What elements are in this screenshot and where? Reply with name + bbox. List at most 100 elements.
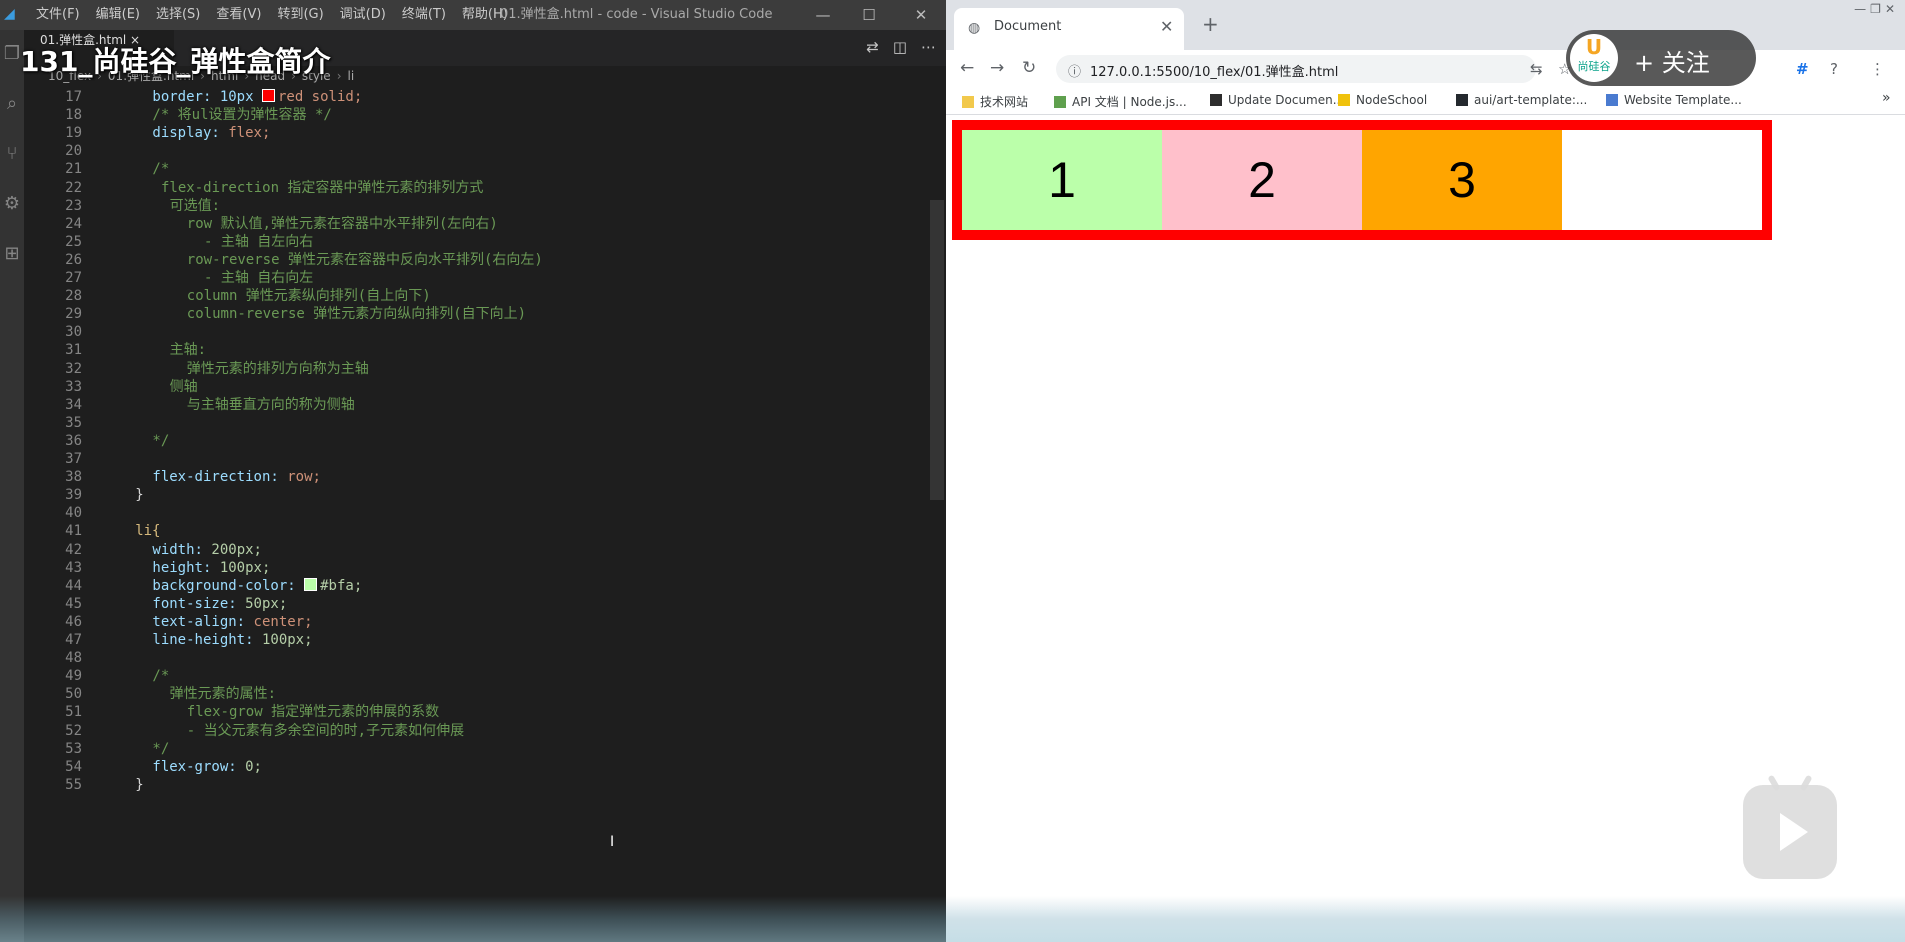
code-token: flex-grow: [152,759,246,775]
address-bar[interactable]: ⓘ 127.0.0.1:5500/10_flex/01.弹性盒.html [1056,55,1536,83]
play-icon[interactable] [1743,774,1837,879]
channel-logo-text: 尚硅谷 [1577,60,1611,73]
maximize-icon[interactable]: ☐ [846,0,892,30]
code-line: flex-grow: 0; [152,756,262,778]
compare-icon[interactable]: ⇄ [866,38,879,56]
translate-icon[interactable]: ⇆ [1530,60,1543,78]
vscode-menubar: 文件(F) 编辑(E) 选择(S) 查看(V) 转到(G) 调试(D) 终端(T) 帮助(H) [28,0,516,30]
code-line: - 当父元素有多余空间的时,子元素如何伸展 [187,720,464,742]
code-token: flex-direction 指定容器中弹性元素的排列方式 [161,180,484,196]
code-line: */ [152,430,169,452]
explorer-icon[interactable]: ❐ [2,44,22,64]
vscode-titlebar: ◢ 文件(F) 编辑(E) 选择(S) 查看(V) 转到(G) 调试(D) 终端(T) 帮助(… [0,0,946,30]
browser-toolbar: ← → ↻ ⓘ 127.0.0.1:5500/10_flex/01.弹性盒.ht… [946,50,1905,88]
bookmark-favicon-icon [1456,94,1468,106]
code-line: 弹性元素的排列方向称为主轴 [187,358,369,380]
bookmark-item[interactable]: Website Template... [1606,93,1742,107]
code-line: /* [152,665,169,687]
debug-icon[interactable]: ⚙ [2,194,22,214]
reload-icon[interactable]: ↻ [1022,58,1036,78]
code-token: line-height: [152,632,262,648]
vscode-window: ◢ 文件(F) 编辑(E) 选择(S) 查看(V) 转到(G) 调试(D) 终端(T) 帮助(… [0,0,946,942]
line-number: 55 [65,777,82,793]
bookmark-item[interactable]: aui/art-template:... [1456,93,1587,107]
bookmark-label: aui/art-template:... [1474,93,1588,107]
bookmark-favicon-icon [1338,94,1350,106]
color-swatch-icon[interactable] [261,89,275,102]
code-token: - 当父元素有多余空间的时,子元素如何伸展 [186,723,465,739]
menu-item[interactable]: 文件(F) [28,0,88,30]
menu-item[interactable]: 终端(T) [394,0,454,30]
video-title: 131_尚硅谷_弹性盒简介 [20,45,331,78]
bookmark-item[interactable]: NodeSchool [1338,93,1427,107]
breadcrumb-separator-icon: › [336,69,342,83]
tab-actions: ⇄ ◫ ⋯ [866,38,936,56]
audio-waveform-overlay [0,896,1905,942]
tab-close-icon[interactable]: ✕ [1160,17,1173,36]
code-value: #bfa; [320,578,363,594]
channel-logo: U 尚硅谷 [1570,34,1618,82]
browser-window: ◍ Document ✕ + — ❐ ✕ ← → ↻ ⓘ 127.0.0.1:5… [946,0,1905,942]
bookmarks-more-icon[interactable]: » [1882,90,1891,106]
code-token: text-align: [152,614,254,630]
site-info-icon[interactable]: ⓘ [1068,61,1081,80]
editor-scrollbar[interactable] [930,200,944,500]
code-token: 弹性元素的排列方向称为主轴 [186,361,369,377]
menu-item[interactable]: 查看(V) [208,0,269,30]
source-control-icon[interactable]: ⑂ [2,144,22,164]
code-token: - 主轴 自右向左 [204,270,314,286]
code-editor[interactable]: 17 border: 10px red solid; 18/* 将ul设置为弹性容器… [24,88,929,942]
menu-item[interactable]: 调试(D) [332,0,394,30]
color-swatch-icon[interactable] [304,578,318,591]
flex-item: 1 [962,130,1162,230]
code-token: } [135,777,144,793]
code-value: row; [287,469,321,485]
minimize-icon[interactable]: — [800,0,846,30]
url-text: 127.0.0.1:5500/10_flex/01.弹性盒.html [1090,65,1339,80]
bookmark-label: API 文档 | Node.js... [1072,95,1187,109]
code-token: 侧轴 [169,379,198,395]
code-token: } [135,487,144,503]
code-value: red solid; [277,89,363,105]
code-value: 0; [245,759,262,775]
menu-item[interactable]: 编辑(E) [88,0,148,30]
code-token: height: [152,560,220,576]
globe-icon: ◍ [968,20,981,36]
browser-tab-title: Document [994,19,1062,34]
browser-tab[interactable]: ◍ Document ✕ [954,8,1184,50]
close-icon[interactable]: ✕ [896,0,946,30]
vscode-logo-icon: ◢ [4,6,15,22]
forward-icon[interactable]: → [990,58,1004,78]
code-value: 200px; [211,542,262,558]
split-editor-icon[interactable]: ◫ [893,38,907,56]
search-icon[interactable]: ⌕ [2,94,22,114]
bookmark-favicon-icon [962,96,974,108]
code-value: flex; [228,125,271,141]
browser-minimize-icon[interactable]: — [1854,2,1866,16]
code-token: 可选值: [169,198,221,214]
bookmark-item[interactable]: Update Documen... [1210,93,1344,107]
code-token: row 默认值,弹性元素在容器中水平排列(左向右) [186,216,498,232]
menu-item[interactable]: 选择(S) [148,0,208,30]
code-line: flex-direction: row; [152,466,321,488]
help-icon[interactable]: ? [1830,60,1838,78]
new-tab-icon[interactable]: + [1202,12,1219,36]
puzzle-icon[interactable]: # [1796,60,1809,78]
browser-close-icon[interactable]: ✕ [1885,2,1895,16]
code-value: center; [253,614,313,630]
code-token: flex-grow 指定弹性元素的伸展的系数 [186,704,440,720]
back-icon[interactable]: ← [960,58,974,78]
browser-restore-icon[interactable]: ❐ [1870,2,1881,16]
code-line: display: flex; [152,122,270,144]
follow-button[interactable]: U 尚硅谷 + 关注 [1566,30,1756,86]
breadcrumb-item[interactable]: li [348,69,355,83]
browser-menu-icon[interactable]: ⋮ [1870,60,1885,78]
extensions-icon[interactable]: ⊞ [2,244,22,264]
bookmark-item[interactable]: API 文档 | Node.js... [1054,93,1187,110]
menu-item[interactable]: 转到(G) [269,0,331,30]
code-line: } [135,484,143,506]
bookmark-item[interactable]: 技术网站 [962,93,1028,110]
more-actions-icon[interactable]: ⋯ [921,38,936,56]
code-line: } [135,774,143,796]
code-value: 50px; [245,596,288,612]
